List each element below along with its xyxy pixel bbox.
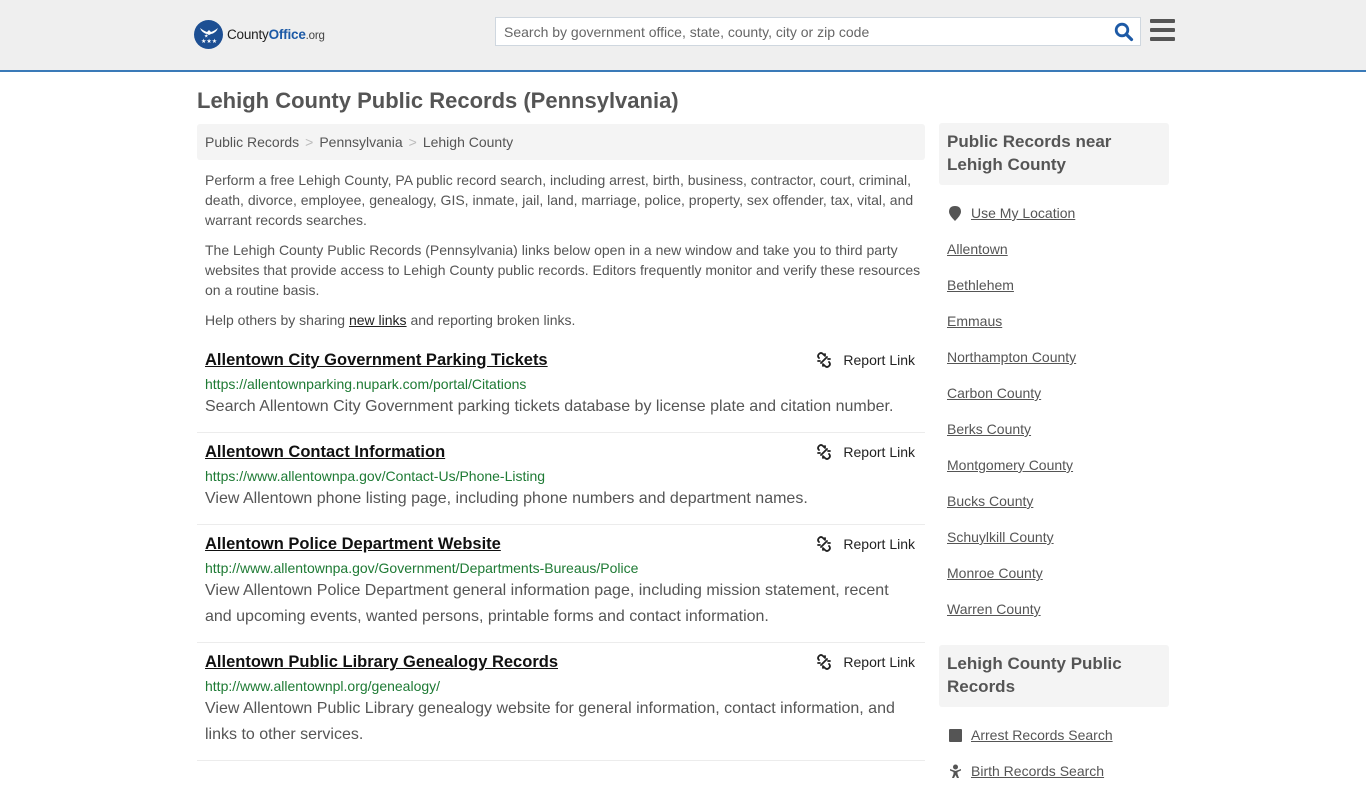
breadcrumb-public-records[interactable]: Public Records: [205, 134, 299, 150]
breadcrumb-lehigh-county[interactable]: Lehigh County: [423, 134, 513, 150]
hamburger-menu-button[interactable]: [1150, 19, 1175, 41]
nearby-link-warren-county[interactable]: Warren County: [947, 601, 1041, 617]
arrest-records-link[interactable]: Arrest Records Search: [971, 727, 1113, 743]
record-url: https://allentownparking.nupark.com/port…: [205, 376, 527, 392]
record-title-link[interactable]: Allentown Contact Information: [205, 442, 445, 462]
record-description: View Allentown phone listing page, inclu…: [205, 490, 808, 507]
nearby-item: Montgomery County: [947, 447, 1161, 483]
new-links-link[interactable]: new links: [349, 312, 407, 328]
nearby-link-berks-county[interactable]: Berks County: [947, 421, 1031, 437]
breadcrumb-separator: >: [408, 134, 417, 150]
broken-link-icon: [817, 352, 832, 368]
intro-paragraph-1: Perform a free Lehigh County, PA public …: [205, 172, 914, 228]
menu-bar-icon: [1150, 28, 1175, 32]
search-input[interactable]: [496, 18, 1096, 45]
nearby-link-carbon-county[interactable]: Carbon County: [947, 385, 1041, 401]
nearby-link-bucks-county[interactable]: Bucks County: [947, 493, 1033, 509]
nearby-link-schuylkill-county[interactable]: Schuylkill County: [947, 529, 1054, 545]
record-url: https://www.allentownpa.gov/Contact-Us/P…: [205, 468, 546, 484]
arrest-icon: [947, 728, 963, 742]
search-box: [495, 17, 1141, 46]
county-records-list: Arrest Records Search Birth Records Sear…: [939, 707, 1169, 789]
nearby-item: Northampton County: [947, 339, 1161, 375]
site-logo[interactable]: ★★★ ★ CountyOffice.org: [194, 20, 325, 49]
county-record-item: Arrest Records Search: [947, 717, 1161, 753]
nearby-link-allentown[interactable]: Allentown: [947, 241, 1008, 257]
logo-text: CountyOffice.org: [227, 27, 325, 42]
broken-link-icon: [817, 536, 832, 552]
nearby-list: Use My Location Allentown Bethlehem Emma…: [939, 185, 1169, 627]
search-button[interactable]: [1114, 22, 1134, 42]
report-link-button[interactable]: Report Link: [816, 654, 915, 670]
nearby-item: Emmaus: [947, 303, 1161, 339]
use-my-location-item: Use My Location: [947, 195, 1161, 231]
record-item: Allentown Police Department Website Repo…: [197, 525, 925, 643]
intro-text: Perform a free Lehigh County, PA public …: [205, 170, 921, 340]
record-description: View Allentown Public Library genealogy …: [205, 700, 895, 743]
record-title-link[interactable]: Allentown Public Library Genealogy Recor…: [205, 652, 558, 672]
county-record-item: Birth Records Search: [947, 753, 1161, 789]
report-link-button[interactable]: Report Link: [816, 352, 915, 368]
use-my-location-link[interactable]: Use My Location: [971, 205, 1075, 221]
record-description: Search Allentown City Government parking…: [205, 398, 894, 415]
search-icon: [1114, 22, 1134, 42]
broken-link-icon: [817, 444, 832, 460]
nearby-item: Bucks County: [947, 483, 1161, 519]
broken-link-icon: [817, 654, 832, 670]
breadcrumb-separator: >: [305, 134, 314, 150]
breadcrumb: Public Records > Pennsylvania > Lehigh Count…: [197, 124, 925, 160]
breadcrumb-pennsylvania[interactable]: Pennsylvania: [319, 134, 402, 150]
nearby-item: Warren County: [947, 591, 1161, 627]
intro-paragraph-2: The Lehigh County Public Records (Pennsy…: [205, 242, 921, 298]
record-title-link[interactable]: Allentown Police Department Website: [205, 534, 501, 554]
nearby-link-northampton-county[interactable]: Northampton County: [947, 349, 1076, 365]
nearby-item: Allentown: [947, 231, 1161, 267]
nearby-item: Monroe County: [947, 555, 1161, 591]
nearby-item: Berks County: [947, 411, 1161, 447]
map-marker-icon: [947, 205, 963, 221]
record-title-link[interactable]: Allentown City Government Parking Ticket…: [205, 350, 548, 370]
nearby-link-bethlehem[interactable]: Bethlehem: [947, 277, 1014, 293]
record-item: Allentown Public Library Genealogy Recor…: [197, 643, 925, 761]
record-url: http://www.allentownpl.org/genealogy/: [205, 678, 441, 694]
nearby-link-montgomery-county[interactable]: Montgomery County: [947, 457, 1073, 473]
site-header: ★★★ ★ CountyOffice.org: [0, 0, 1366, 72]
sidebar-nearby: Public Records near Lehigh County Use My…: [939, 123, 1169, 627]
menu-bar-icon: [1150, 19, 1175, 23]
nearby-link-emmaus[interactable]: Emmaus: [947, 313, 1002, 329]
record-item: Allentown Contact Information Report Lin…: [197, 433, 925, 525]
record-item: Allentown City Government Parking Ticket…: [197, 341, 925, 433]
nearby-item: Bethlehem: [947, 267, 1161, 303]
baby-icon: [947, 764, 963, 778]
sidebar-heading: Public Records near Lehigh County: [939, 123, 1169, 185]
sidebar-county-records: Lehigh County Public Records Arrest Reco…: [939, 645, 1169, 789]
nearby-item: Carbon County: [947, 375, 1161, 411]
report-link-button[interactable]: Report Link: [816, 444, 915, 460]
report-link-button[interactable]: Report Link: [816, 536, 915, 552]
menu-bar-icon: [1150, 37, 1175, 41]
svg-text:★: ★: [204, 33, 209, 39]
nearby-link-monroe-county[interactable]: Monroe County: [947, 565, 1043, 581]
records-list: Allentown City Government Parking Ticket…: [197, 341, 925, 761]
nearby-item: Schuylkill County: [947, 519, 1161, 555]
page-title: Lehigh County Public Records (Pennsylvan…: [197, 88, 679, 113]
birth-records-link[interactable]: Birth Records Search: [971, 763, 1104, 779]
sidebar-heading: Lehigh County Public Records: [939, 645, 1169, 707]
help-paragraph: Help others by sharing new links and rep…: [205, 312, 576, 328]
eagle-stars-icon: ★★★ ★: [194, 20, 223, 49]
record-description: View Allentown Police Department general…: [205, 582, 889, 625]
record-url: http://www.allentownpa.gov/Government/De…: [205, 560, 639, 576]
